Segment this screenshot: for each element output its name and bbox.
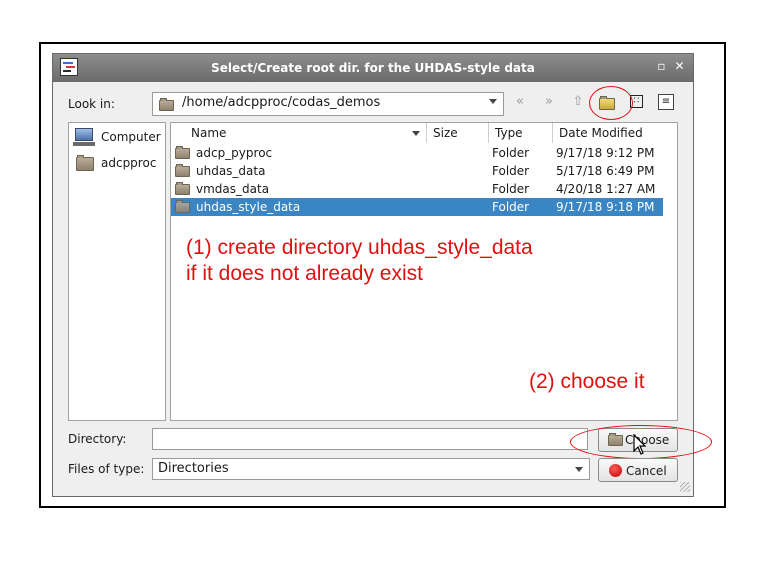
folder-icon [175, 182, 190, 195]
row-type: Folder [492, 200, 530, 214]
folder-icon [76, 155, 94, 171]
annotation-ring-choose [570, 425, 712, 459]
parent-dir-icon[interactable]: ⇧ [568, 92, 588, 112]
annotation-step2: (2) choose it [529, 370, 645, 393]
row-date: 4/20/18 1:27 AM [556, 182, 656, 196]
sidebar-item-label: adcpproc [101, 156, 157, 170]
directory-label: Directory: [68, 432, 127, 446]
folder-icon [175, 164, 190, 177]
files-of-type-value: Directories [158, 461, 229, 476]
cancel-button[interactable]: Cancel [598, 458, 678, 482]
annotation-step1-line1: (1) create directory uhdas_style_data [186, 236, 533, 259]
column-header-size[interactable]: Size [427, 123, 489, 143]
row-name: vmdas_data [196, 182, 270, 196]
look-in-path: /home/adcpproc/codas_demos [182, 95, 381, 110]
chevron-down-icon[interactable] [489, 99, 497, 104]
restore-icon[interactable]: ▫ [655, 60, 668, 73]
annotation-ring-new-folder [589, 86, 633, 120]
computer-icon [75, 128, 93, 141]
forward-icon[interactable]: » [539, 92, 559, 112]
cancel-button-label: Cancel [626, 464, 667, 478]
row-type: Folder [492, 164, 530, 178]
title-bar[interactable]: Select/Create root dir. for the UHDAS-st… [53, 54, 693, 82]
folder-icon [175, 146, 190, 159]
sort-indicator-icon [412, 131, 420, 136]
detail-view-icon[interactable]: ≡ [656, 92, 676, 112]
table-row[interactable]: uhdas_data Folder 5/17/18 6:49 PM [171, 162, 663, 180]
sidebar-item-adcpproc[interactable]: adcpproc [69, 153, 165, 175]
places-sidebar: Computer adcpproc [68, 122, 166, 421]
row-date: 5/17/18 6:49 PM [556, 164, 655, 178]
column-header-name[interactable]: Name [185, 123, 427, 143]
row-name: uhdas_data [196, 164, 266, 178]
resize-grip-icon[interactable] [680, 482, 690, 492]
chevron-down-icon[interactable] [575, 467, 583, 472]
row-date: 9/17/18 9:12 PM [556, 146, 655, 160]
row-name: adcp_pyproc [196, 146, 273, 160]
column-header-date[interactable]: Date Modified [553, 123, 677, 143]
table-row[interactable]: adcp_pyproc Folder 9/17/18 9:12 PM [171, 144, 663, 162]
folder-icon [175, 200, 190, 213]
column-header-label: Name [191, 126, 227, 140]
table-row-selected[interactable]: uhdas_style_data Folder 9/17/18 9:18 PM [171, 198, 663, 216]
cancel-icon [609, 464, 622, 477]
back-icon[interactable]: « [510, 92, 530, 112]
row-date: 9/17/18 9:18 PM [556, 200, 655, 214]
row-type: Folder [492, 182, 530, 196]
files-of-type-label: Files of type: [68, 462, 145, 476]
row-type: Folder [492, 146, 530, 160]
dialog-title: Select/Create root dir. for the UHDAS-st… [211, 61, 535, 75]
table-row[interactable]: vmdas_data Folder 4/20/18 1:27 AM [171, 180, 663, 198]
look-in-label: Look in: [68, 97, 115, 111]
sidebar-item-label: Computer [101, 130, 161, 144]
row-name: uhdas_style_data [196, 200, 301, 214]
directory-field[interactable] [152, 428, 588, 450]
folder-icon [159, 98, 174, 111]
annotation-step1-line2: if it does not already exist [186, 262, 423, 285]
look-in-combo[interactable]: /home/adcpproc/codas_demos [152, 92, 504, 116]
files-of-type-combo[interactable]: Directories [152, 458, 590, 480]
sidebar-item-computer[interactable]: Computer [69, 127, 165, 149]
column-header-type[interactable]: Type [489, 123, 553, 143]
close-icon[interactable]: ✕ [673, 60, 686, 73]
